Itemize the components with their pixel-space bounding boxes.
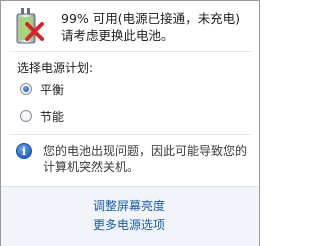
radio-power-saver[interactable] — [20, 110, 32, 122]
warning-line-2: 计算机突然关机。 — [43, 160, 140, 174]
adjust-brightness-link[interactable]: 调整屏幕亮度 — [93, 197, 165, 214]
warning-line-1: 您的电池出现问题，因此可能导致您的 — [43, 144, 248, 158]
more-power-options-link[interactable]: 更多电源选项 — [93, 216, 165, 233]
battery-replace-text: 请考虑更换此电池。 — [61, 28, 174, 43]
battery-percentage-text: 99% 可用(电源已接通，未充电) — [61, 11, 241, 26]
info-icon: i — [16, 143, 32, 159]
plan-option-label: 平衡 — [40, 82, 65, 97]
battery-status-section: 99% 可用(电源已接通，未充电) 请考虑更换此电池。 — [1, 1, 259, 49]
radio-balanced[interactable] — [20, 83, 32, 95]
plan-option-label: 节能 — [40, 109, 65, 124]
divider — [9, 51, 251, 52]
battery-status-text: 99% 可用(电源已接通，未充电) 请考虑更换此电池。 — [61, 10, 240, 44]
power-plan-title: 选择电源计划: — [17, 61, 94, 75]
plan-option-balanced[interactable]: 平衡 — [20, 81, 64, 97]
divider — [9, 134, 251, 135]
battery-warning-text: 您的电池出现问题，因此可能导致您的 计算机突然关机。 — [43, 143, 253, 175]
battery-warning-icon — [15, 7, 47, 45]
power-flyout: 99% 可用(电源已接通，未充电) 请考虑更换此电池。 选择电源计划: 平衡 节… — [0, 0, 260, 246]
plan-option-power-saver[interactable]: 节能 — [20, 108, 64, 124]
flyout-footer: 调整屏幕亮度 更多电源选项 — [1, 186, 259, 246]
